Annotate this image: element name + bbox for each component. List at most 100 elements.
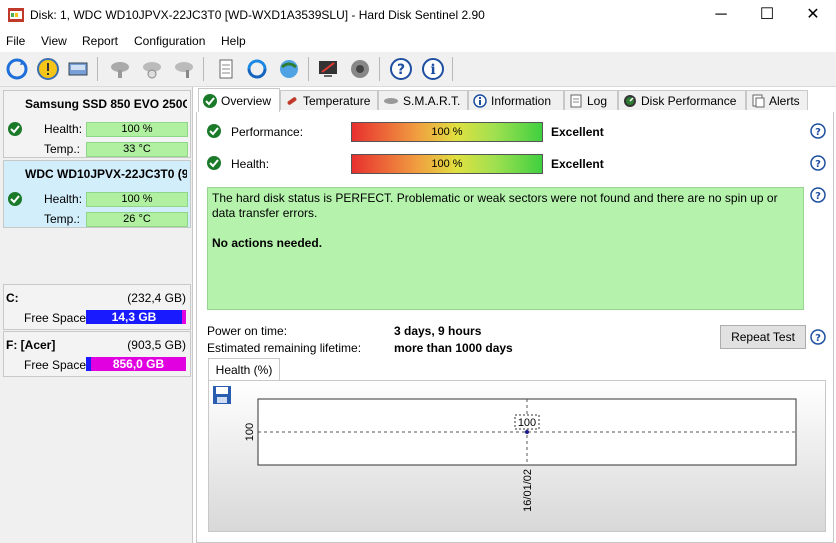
data-label: 100 [518,417,536,429]
power-on-label: Power on time: [207,324,288,338]
health-value: 100 % [86,122,188,137]
menu-view[interactable]: View [41,34,67,48]
svg-text:?: ? [815,191,821,202]
volume-item-c[interactable]: C: (232,4 GB) Free Space 14,3 GB [3,284,191,330]
disk-item-wdc[interactable]: WDC WD10JPVX-22JC3T0 (93 Health: 100 % T… [3,160,191,228]
hdd-check-icon[interactable] [138,55,166,83]
disk-report-icon[interactable] [64,55,92,83]
volume-item-f[interactable]: F: [Acer] (903,5 GB) Free Space 856,0 GB [3,331,191,377]
tab-temperature[interactable]: Temperature [280,90,378,110]
menu-configuration[interactable]: Configuration [134,34,205,48]
tab-label: Disk Performance [641,93,737,108]
menu-report[interactable]: Report [82,34,118,48]
close-button[interactable]: ✕ [790,0,836,30]
temp-value: 26 °C [86,212,188,227]
toolbar-separator [203,57,204,81]
data-point [525,430,529,434]
chart-tab-health[interactable]: Health (%) [208,358,280,381]
tab-label: Log [587,93,608,108]
disk-name: Samsung SSD 850 EVO 250GB [25,97,187,111]
maximize-button[interactable]: ☐ [744,0,790,30]
hdd-icon[interactable] [106,55,134,83]
ok-check-icon [207,124,221,138]
svg-text:?: ? [397,62,405,78]
monitor-edit-icon[interactable] [314,55,342,83]
svg-text:?: ? [815,333,821,344]
refresh-icon[interactable] [3,55,31,83]
tab-label: Alerts [769,93,800,108]
speaker-icon[interactable] [346,55,374,83]
tab-log[interactable]: Log [564,90,618,110]
tab-label: Overview [221,93,272,108]
title-bar: Disk: 1, WDC WD10JPVX-22JC3T0 [WD-WXD1A3… [0,0,836,30]
ok-check-icon [203,93,217,108]
toolbar-separator [452,57,453,81]
tab-label: Information [491,93,552,108]
help-icon[interactable]: ? [387,55,415,83]
tab-disk-performance[interactable]: Disk Performance [618,90,746,110]
log-icon [570,94,582,107]
status-action: No actions needed. [212,236,323,250]
document-icon[interactable] [212,55,240,83]
minimize-button[interactable]: ─ [698,0,744,30]
repeat-test-button[interactable]: Repeat Test [720,325,806,349]
health-label: Health: [231,157,270,171]
tab-overview[interactable]: Overview [198,88,280,112]
toolbar: ? i [0,52,836,87]
alert-icon [752,94,765,107]
lifetime-value: more than 1000 days [394,341,513,355]
toolbar-separator [308,57,309,81]
ok-check-icon [8,122,22,136]
toolbar-separator [97,57,98,81]
disk-list-pane: Samsung SSD 850 EVO 250GB Health: 100 % … [0,87,193,543]
health-bar: 100 % [351,154,543,174]
warning-icon[interactable] [34,55,62,83]
sync-icon[interactable] [243,55,271,83]
app-logo-icon [8,8,24,22]
volume-size: (232,4 GB) [127,291,186,305]
health-value: 100 % [86,192,188,207]
menu-file[interactable]: File [6,34,25,48]
y-tick-label: 100 [244,423,256,441]
menu-help[interactable]: Help [221,34,246,48]
tab-information[interactable]: Information [468,90,564,110]
status-description: The hard disk status is PERFECT. Problem… [207,187,804,310]
volume-name: C: [6,291,19,305]
ok-check-icon [207,156,221,170]
performance-label: Performance: [231,125,304,139]
network-globe-icon[interactable] [275,55,303,83]
free-space-label: Free Space [24,311,87,325]
volume-name: F: [Acer] [6,338,56,352]
help-icon[interactable]: ? [810,123,826,139]
hdd-icon [384,97,398,104]
thermometer-icon [287,96,297,105]
hdd-tool-icon[interactable] [170,55,198,83]
free-space-bar: 856,0 GB [86,357,186,371]
tab-smart[interactable]: S.M.A.R.T. [378,90,468,110]
svg-text:?: ? [815,159,821,170]
health-label: Health: [44,122,83,136]
ok-check-icon [8,192,22,206]
tab-label: S.M.A.R.T. [403,93,461,108]
menu-bar: File View Report Configuration Help [0,30,836,50]
performance-bar: 100 % [351,122,543,142]
free-space-label: Free Space [24,358,87,372]
help-icon[interactable]: ? [810,155,826,171]
tab-alerts[interactable]: Alerts [746,90,808,110]
free-space-bar: 14,3 GB [86,310,186,324]
health-label: Health: [44,192,83,206]
disk-item-samsung[interactable]: Samsung SSD 850 EVO 250GB Health: 100 % … [3,90,191,158]
overview-panel: Performance: 100 % Excellent ? Health: 1… [196,112,834,543]
window-title: Disk: 1, WDC WD10JPVX-22JC3T0 [WD-WXD1A3… [30,8,485,22]
status-text: The hard disk status is PERFECT. Problem… [212,191,778,220]
chart-canvas: 100 100 16/01/02 [244,398,797,512]
info-icon[interactable]: i [419,55,447,83]
health-rating: Excellent [551,157,604,171]
help-icon[interactable]: ? [810,329,826,345]
help-icon[interactable]: ? [810,187,826,203]
svg-text:?: ? [815,127,821,138]
health-chart: 100 100 16/01/02 [208,380,826,532]
temp-label: Temp.: [44,142,81,156]
volume-size: (903,5 GB) [127,338,186,352]
toolbar-separator [379,57,380,81]
